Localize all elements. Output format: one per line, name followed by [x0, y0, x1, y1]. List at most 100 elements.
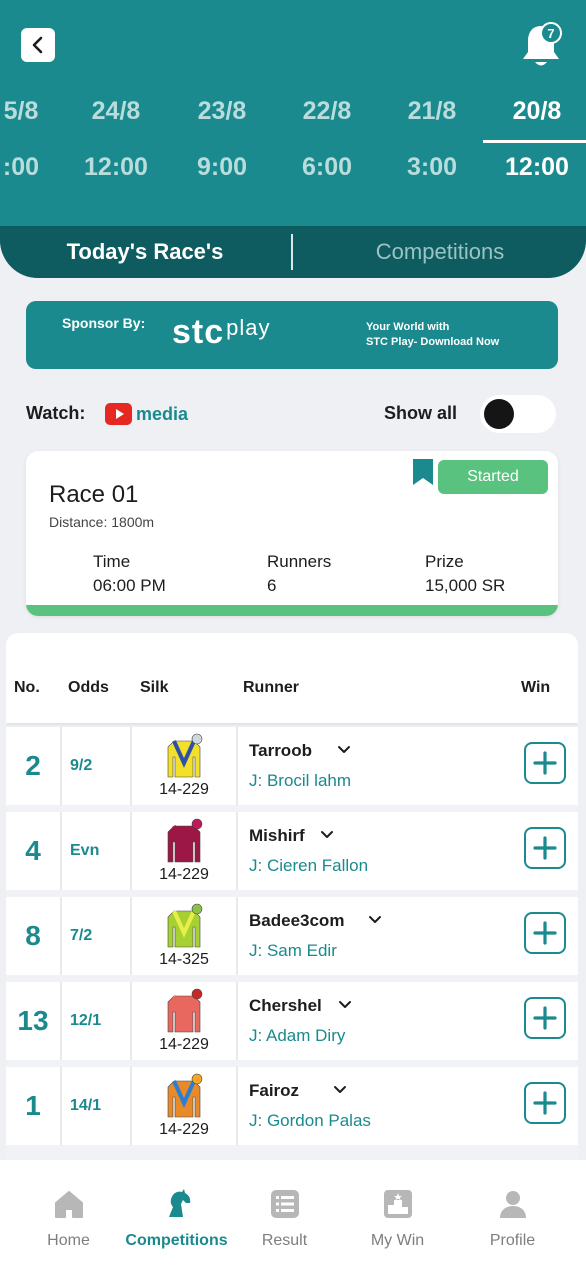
stat-label: Runners [267, 552, 332, 571]
race-distance: Distance: 1800m [49, 514, 155, 530]
stat-value: 6 [267, 576, 277, 595]
time-label: 12:00 [84, 153, 148, 181]
jockey-silk-icon [167, 988, 203, 1033]
chevron-left-icon [32, 36, 43, 54]
nav-result[interactable]: Result [226, 1160, 343, 1280]
header-runner: Runner [243, 679, 299, 696]
table-row[interactable]: 2 9/2 14-229 Tarroob J: Brocil lahm [6, 727, 578, 805]
date-item[interactable]: 24/8 12:00 [61, 88, 171, 190]
runner-odds: 14/1 [70, 1097, 102, 1114]
race-time: Time 06:00 PM [93, 550, 166, 598]
runner-name[interactable]: Mishirf [249, 826, 305, 846]
watch-label: Watch: [26, 403, 86, 423]
header: 7 5/8 :00 24/8 12:00 23/8 9:00 22/8 6:00… [0, 0, 586, 278]
date-item[interactable]: 22/8 6:00 [272, 88, 382, 190]
race-card[interactable]: Race 01 Distance: 1800m Started Time 06:… [26, 451, 558, 616]
table-row[interactable]: 4 Evn 14-229 Mishirf J: Cieren Fallon [6, 812, 578, 890]
home-icon [55, 1191, 83, 1218]
table-row[interactable]: 13 12/1 14-229 Chershel J: Adam Diry [6, 982, 578, 1060]
nav-home[interactable]: Home [10, 1160, 127, 1280]
sponsor-tagline-line: Your World with [366, 321, 450, 333]
silk-code: 14-229 [159, 1036, 209, 1053]
youtube-icon[interactable] [105, 403, 132, 425]
nav-my-win[interactable]: My Win [339, 1160, 456, 1280]
tab-divider [291, 234, 293, 270]
tab-competitions[interactable]: Competitions [294, 226, 586, 278]
chevron-down-icon[interactable] [337, 745, 351, 755]
table-row[interactable]: 8 7/2 14-325 Badee3com J: Sam Edir [6, 897, 578, 975]
runner-name[interactable]: Tarroob [249, 741, 312, 761]
race-prize: Prize 15,000 SR [425, 550, 505, 598]
plus-icon [533, 921, 557, 945]
date-item[interactable]: 23/8 9:00 [167, 88, 277, 190]
column-divider [60, 727, 62, 805]
race-runners: Runners 6 [267, 550, 331, 598]
sponsor-label: Sponsor By: [62, 315, 146, 331]
column-divider [236, 982, 238, 1060]
bookmark-icon[interactable] [413, 459, 433, 485]
runner-number: 8 [25, 920, 41, 951]
add-win-button[interactable] [524, 742, 566, 784]
date-item-active[interactable]: 20/8 12:00 [482, 88, 586, 190]
date-label: 20/8 [512, 97, 562, 125]
plus-icon [533, 1091, 557, 1115]
silk-code: 14-325 [159, 951, 209, 968]
sponsor-banner[interactable]: Sponsor By: stcplay Your World with STC … [26, 301, 558, 369]
silk-code: 14-229 [159, 1121, 209, 1138]
runner-odds: Evn [70, 842, 100, 859]
column-divider [236, 1067, 238, 1145]
jockey-silk-icon [167, 1073, 203, 1118]
column-divider [236, 897, 238, 975]
jockey-silk-icon [167, 903, 203, 948]
column-divider [236, 727, 238, 805]
plus-icon [533, 751, 557, 775]
nav-profile[interactable]: Profile [454, 1160, 571, 1280]
stat-label: Prize [425, 552, 464, 571]
runner-name[interactable]: Badee3com [249, 911, 344, 931]
runner-number: 2 [25, 750, 41, 781]
nav-label: Profile [489, 1232, 536, 1249]
chevron-down-icon[interactable] [368, 915, 382, 925]
add-win-button[interactable] [524, 997, 566, 1039]
jockey-silk-icon [167, 733, 203, 778]
runner-name[interactable]: Chershel [249, 996, 322, 1016]
nav-label: Result [261, 1232, 308, 1249]
date-label: 23/8 [197, 97, 247, 125]
runner-number: 1 [25, 1090, 41, 1121]
add-win-button[interactable] [524, 1082, 566, 1124]
media-link[interactable]: media [136, 404, 188, 425]
date-item[interactable]: 21/8 3:00 [377, 88, 487, 190]
show-all-label: Show all [384, 403, 458, 423]
table-row[interactable]: 1 14/1 14-229 Fairoz J: Gordon Palas [6, 1067, 578, 1145]
date-label: 24/8 [91, 97, 141, 125]
race-tabs: Today's Race's Competitions [0, 226, 586, 278]
runner-odds: 7/2 [70, 927, 93, 944]
jockey-name: J: Brocil lahm [249, 771, 352, 790]
date-selector: 5/8 :00 24/8 12:00 23/8 9:00 22/8 6:00 2… [0, 88, 586, 208]
notification-badge: 7 [540, 22, 562, 44]
add-win-button[interactable] [524, 827, 566, 869]
chevron-down-icon[interactable] [333, 1085, 347, 1095]
profile-icon [500, 1191, 526, 1218]
chevron-down-icon[interactable] [338, 1000, 352, 1010]
header-win: Win [521, 679, 551, 696]
jockey-name: J: Gordon Palas [249, 1111, 371, 1130]
column-divider [60, 982, 62, 1060]
table-header: No. Odds Silk Runner Win [6, 633, 578, 723]
time-label: 3:00 [406, 153, 458, 181]
add-win-button[interactable] [524, 912, 566, 954]
back-button[interactable] [21, 28, 55, 62]
show-all-toggle[interactable] [480, 395, 556, 433]
toggle-knob [484, 399, 514, 429]
header-silk: Silk [140, 679, 169, 696]
sponsor-tagline-line: STC Play- Download Now [366, 336, 500, 348]
tab-todays-races[interactable]: Today's Race's [0, 226, 290, 278]
runner-name[interactable]: Fairoz [249, 1081, 299, 1101]
active-date-underline [483, 140, 586, 143]
podium-icon [384, 1190, 412, 1218]
stat-value: 06:00 PM [93, 576, 166, 595]
nav-label: My Win [370, 1232, 425, 1249]
jockey-silk-icon [167, 818, 203, 863]
chevron-down-icon[interactable] [320, 830, 334, 840]
nav-competitions[interactable]: Competitions [118, 1160, 235, 1280]
